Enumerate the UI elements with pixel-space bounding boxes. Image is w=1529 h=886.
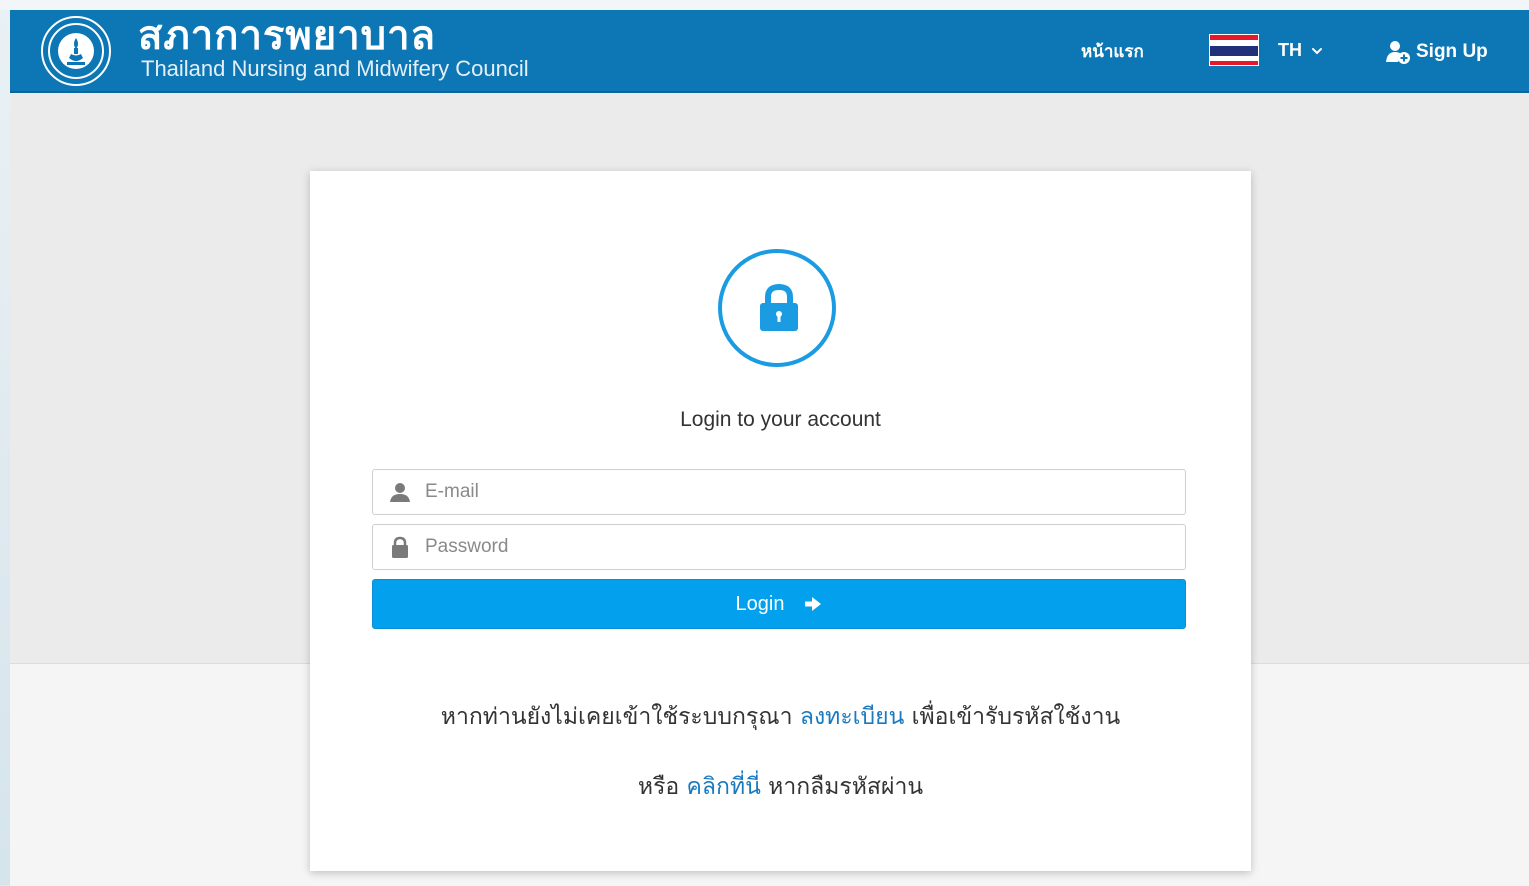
register-link[interactable]: ลงทะเบียน (800, 704, 905, 730)
lock-icon (392, 536, 408, 558)
brand-english-name: Thailand Nursing and Midwifery Council (141, 56, 529, 81)
forgot-password-link[interactable]: คลิกที่นี่ (687, 774, 761, 800)
login-card: Login to your account Login หากท่านยังไม… (310, 171, 1251, 871)
password-field[interactable] (372, 524, 1186, 570)
password-input[interactable] (423, 535, 1167, 559)
login-button[interactable]: Login (372, 579, 1186, 629)
forgot-suffix: หากลืมรหัสผ่าน (768, 774, 924, 800)
page: สภาการพยาบาล Thailand Nursing and Midwif… (10, 10, 1529, 886)
language-label: TH (1278, 40, 1302, 60)
email-input[interactable] (423, 480, 1167, 504)
seal-icon (48, 23, 104, 79)
arrow-right-icon (805, 597, 822, 611)
thai-flag-icon[interactable] (1209, 34, 1259, 66)
home-link[interactable]: หน้าแรก (1081, 38, 1144, 65)
top-navbar: สภาการพยาบาล Thailand Nursing and Midwif… (10, 10, 1529, 93)
lock-badge (718, 249, 836, 367)
council-seal-logo[interactable] (41, 16, 111, 86)
chevron-down-icon (1312, 47, 1322, 54)
language-selector[interactable]: TH (1278, 40, 1324, 61)
left-edge-strip (0, 0, 10, 885)
login-title: Login to your account (680, 408, 881, 431)
top-edge-strip (0, 0, 1529, 10)
user-icon (390, 483, 410, 502)
forgot-password-text: หรือ คลิกที่นี่ หากลืมรหัสผ่าน (310, 769, 1251, 805)
add-user-icon (1386, 41, 1410, 64)
register-info-text: หากท่านยังไม่เคยเข้าใช้ระบบกรุณา ลงทะเบี… (310, 699, 1251, 735)
email-field[interactable] (372, 469, 1186, 515)
register-info-prefix: หากท่านยังไม่เคยเข้าใช้ระบบกรุณา (440, 704, 793, 730)
signup-label: Sign Up (1416, 41, 1488, 62)
signup-button[interactable]: Sign Up (1384, 38, 1488, 66)
lock-icon (760, 283, 798, 331)
login-button-label: Login (735, 592, 785, 615)
brand-thai-name: สภาการพยาบาล (138, 13, 437, 59)
register-info-suffix: เพื่อเข้ารับรหัสใช้งาน (911, 704, 1121, 730)
forgot-prefix: หรือ (637, 774, 680, 800)
